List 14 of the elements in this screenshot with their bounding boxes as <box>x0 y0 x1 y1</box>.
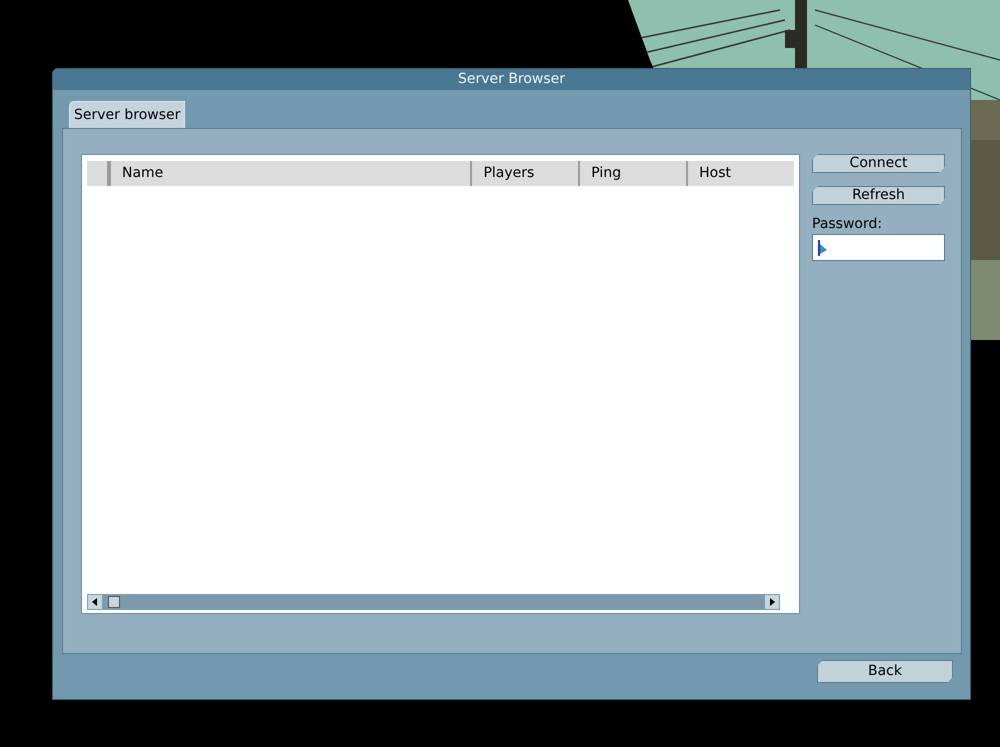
column-header[interactable]: Players <box>470 161 578 186</box>
tab[interactable]: Server browser <box>69 101 186 128</box>
column-header[interactable]: Name <box>108 161 470 186</box>
scroll-thumb[interactable] <box>108 596 120 608</box>
window-title: Server Browser <box>53 69 970 90</box>
password-label: Password: <box>812 216 884 234</box>
back-button[interactable]: Back <box>817 660 953 683</box>
action-button[interactable]: Connect <box>812 154 945 173</box>
column-header[interactable]: Host <box>686 161 794 186</box>
action-button[interactable]: Refresh <box>812 186 945 205</box>
password-field[interactable] <box>812 234 945 261</box>
column-header[interactable]: Ping <box>578 161 686 186</box>
horizontal-scrollbar[interactable] <box>87 594 780 610</box>
text-cursor-icon <box>818 240 828 256</box>
